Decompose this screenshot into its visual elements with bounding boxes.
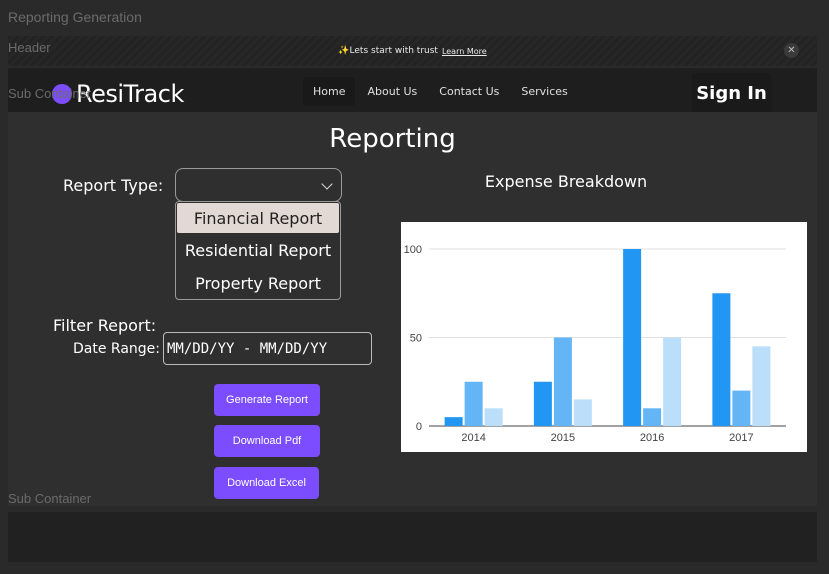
sub-container [8, 512, 817, 562]
expense-chart-svg: 0 50 100 2014 2015 2016 2017 [404, 244, 786, 444]
chart-bar [752, 346, 771, 426]
chart-bar [484, 408, 503, 426]
y-tick-label: 50 [410, 333, 422, 345]
nav-links: Home About Us Contact Us Services [303, 77, 580, 106]
option-financial-report[interactable]: Financial Report [177, 203, 339, 233]
announcement-banner: ✨Lets start with trust Learn More ✕ [8, 36, 817, 66]
nav-link-contact[interactable]: Contact Us [429, 77, 509, 106]
page-frame-label: Reporting Generation [8, 9, 142, 25]
chart-bar [553, 337, 572, 426]
option-residential-report[interactable]: Residential Report [176, 234, 340, 267]
sign-in-button[interactable]: Sign In [692, 73, 771, 113]
chart-bar [663, 337, 682, 426]
sub-container-label-2: Sub Container [8, 491, 92, 506]
chart-bar [444, 417, 463, 426]
chart-bar [643, 408, 662, 426]
y-tick-label: 0 [416, 421, 422, 433]
header-frame-label: Header [8, 40, 51, 55]
download-pdf-button[interactable]: Download Pdf [214, 425, 320, 457]
sub-container-label: Sub Container [8, 86, 92, 101]
learn-more-link[interactable]: Learn More [442, 47, 487, 56]
chart-bar [712, 293, 731, 426]
report-type-label: Report Type: [63, 176, 164, 195]
banner-text: ✨Lets start with trust [338, 46, 438, 56]
x-tick-label: 2014 [461, 432, 485, 444]
chart-bar [533, 381, 552, 426]
chart-bar [623, 249, 642, 426]
reporting-panel: Reporting Report Type: Financial Report … [8, 112, 817, 506]
x-tick-label: 2017 [729, 432, 753, 444]
nav-link-about[interactable]: About Us [357, 77, 427, 106]
page-title: Reporting [329, 124, 456, 154]
x-tick-label: 2015 [551, 432, 575, 444]
generate-report-button[interactable]: Generate Report [214, 384, 320, 416]
filter-report-label: Filter Report: [53, 316, 157, 335]
chart-title: Expense Breakdown [484, 172, 648, 191]
nav-link-home[interactable]: Home [303, 77, 356, 106]
download-excel-button[interactable]: Download Excel [214, 467, 319, 499]
option-property-report[interactable]: Property Report [176, 267, 340, 300]
nav-link-services[interactable]: Services [511, 77, 577, 106]
report-type-dropdown: Financial Report Residential Report Prop… [175, 201, 341, 300]
x-tick-label: 2016 [640, 432, 664, 444]
close-icon[interactable]: ✕ [784, 43, 799, 58]
chart-bar [464, 381, 483, 426]
brand-name: ResiTrack [76, 80, 184, 108]
y-tick-label: 100 [404, 244, 422, 256]
expense-chart: 0 50 100 2014 2015 2016 2017 [401, 222, 807, 452]
chevron-down-icon [321, 178, 333, 190]
navbar: ResiTrack Home About Us Contact Us Servi… [8, 68, 817, 113]
date-range-input[interactable]: MM/DD/YY - MM/DD/YY [163, 332, 372, 365]
report-type-select[interactable] [175, 168, 342, 202]
chart-bar [573, 399, 592, 426]
chart-bar [732, 390, 751, 426]
date-range-label: Date Range: [73, 341, 161, 357]
